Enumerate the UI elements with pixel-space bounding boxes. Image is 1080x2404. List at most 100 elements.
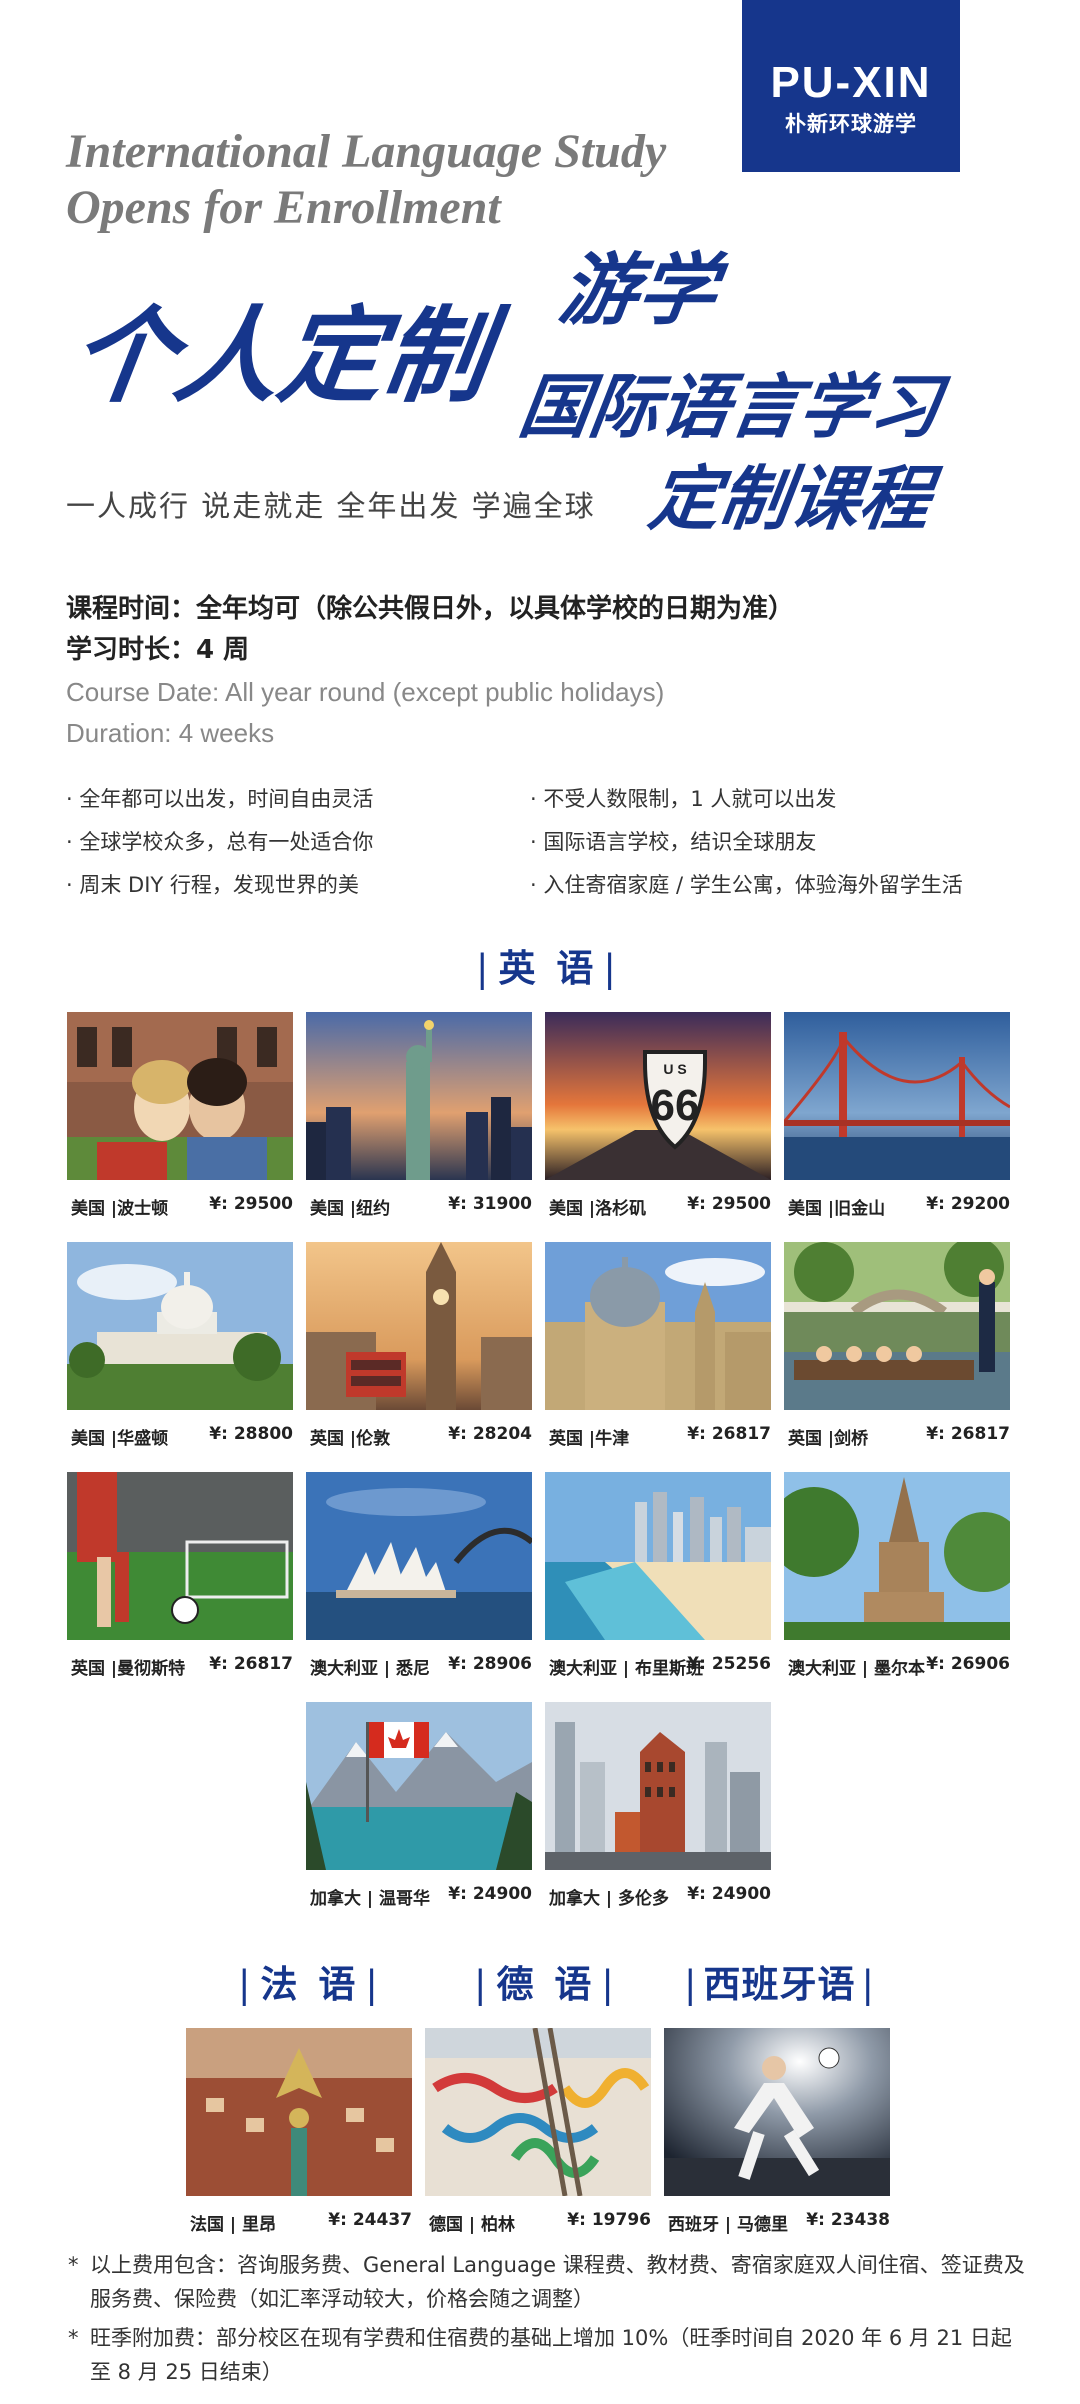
destination-name: 英国 |曼彻斯特 — [71, 1659, 186, 1679]
destination-name: 澳大利亚 | 悉尼 — [310, 1659, 431, 1679]
destination-card-washington[interactable]: 美国 |华盛顿 ¥: 28800 — [67, 1242, 293, 1449]
destination-card-san-francisco[interactable]: 美国 |旧金山 ¥: 29200 — [784, 1012, 1010, 1219]
destination-name: 澳大利亚 | 布里斯班 — [549, 1659, 704, 1679]
lyon-photo — [186, 2028, 412, 2196]
destination-card-vancouver[interactable]: 加拿大 | 温哥华 ¥: 24900 — [306, 1702, 532, 1909]
destination-price: ¥: 24900 — [448, 1884, 532, 1904]
destination-name: 澳大利亚 | 墨尔本 — [788, 1659, 926, 1679]
divider: | — [238, 1963, 255, 2006]
destination-name: 美国 |纽约 — [310, 1199, 391, 1219]
section-french-label: 法 语 — [260, 1963, 360, 2006]
slogan: 一人成行 说走就走 全年出发 学遍全球 — [66, 489, 596, 523]
destination-card-new-york[interactable]: 美国 |纽约 ¥: 31900 — [306, 1012, 532, 1219]
destination-name: 美国 |波士顿 — [71, 1199, 169, 1219]
london-photo — [306, 1242, 532, 1410]
course-date-cn: 课程时间：全年均可（除公共假日外，以具体学校的日期为准） — [66, 594, 795, 624]
destination-name: 英国 |牛津 — [549, 1429, 630, 1449]
destination-price: ¥: 29500 — [209, 1194, 293, 1214]
footnote-mark: * — [68, 2326, 79, 2350]
destination-card-sydney[interactable]: 澳大利亚 | 悉尼 ¥: 28906 — [306, 1472, 532, 1679]
destination-card-los-angeles[interactable]: U S 66 美国 |洛杉矶 ¥: 29500 — [545, 1012, 771, 1219]
destination-name: 美国 |旧金山 — [788, 1199, 886, 1219]
destination-card-cambridge[interactable]: 英国 |剑桥 ¥: 26817 — [784, 1242, 1010, 1449]
destination-name: 加拿大 | 多伦多 — [549, 1889, 670, 1909]
washington-photo — [67, 1242, 293, 1410]
destination-price: ¥: 28800 — [209, 1424, 293, 1444]
headline-cn-study-tour: 游学 — [553, 246, 723, 336]
headline-en-line1: International Language Study — [66, 125, 667, 178]
destination-card-oxford[interactable]: 英国 |牛津 ¥: 26817 — [545, 1242, 771, 1449]
feature-bullet: · 国际语言学校，结识全球朋友 — [530, 830, 817, 854]
destination-card-madrid[interactable]: 西班牙 | 马德里 ¥: 23438 — [664, 2028, 890, 2235]
course-date-en: Course Date: All year round (except publ… — [66, 677, 665, 707]
destination-card-melbourne[interactable]: 澳大利亚 | 墨尔本 ¥: 26906 — [784, 1472, 1010, 1679]
destination-price: ¥: 24900 — [687, 1884, 771, 1904]
destination-name: 加拿大 | 温哥华 — [310, 1889, 431, 1909]
feature-bullet: · 全年都可以出发，时间自由灵活 — [66, 787, 374, 811]
destination-name: 法国 | 里昂 — [190, 2215, 277, 2235]
destination-name: 英国 |剑桥 — [788, 1429, 869, 1449]
destination-name: 德国 | 柏林 — [429, 2215, 516, 2235]
destination-price: ¥: 28204 — [448, 1424, 532, 1444]
brisbane-photo — [545, 1472, 771, 1640]
manchester-photo — [67, 1472, 293, 1640]
cambridge-photo — [784, 1242, 1010, 1410]
feature-bullet: · 全球学校众多，总有一处适合你 — [66, 830, 374, 854]
new-york-photo — [306, 1012, 532, 1180]
destination-price: ¥: 26906 — [926, 1654, 1010, 1674]
section-spanish: | 西班牙语 | — [678, 1954, 881, 2008]
destination-price: ¥: 26817 — [926, 1424, 1010, 1444]
divider: | — [684, 1963, 698, 2006]
destination-price: ¥: 26817 — [209, 1654, 293, 1674]
destination-card-london[interactable]: 英国 |伦敦 ¥: 28204 — [306, 1242, 532, 1449]
los-angeles-photo: U S 66 — [545, 1012, 771, 1180]
footnote-line: 以上费用包含：咨询服务费、General Language 课程费、教材费、寄宿… — [90, 2253, 1025, 2277]
feature-bullet: · 周末 DIY 行程，发现世界的美 — [66, 873, 359, 897]
footnote-peak-season: * 旺季附加费：部分校区在现有学费和住宿费的基础上增加 10%（旺季时间自 20… — [68, 2321, 1012, 2389]
headline-en-line2: Opens for Enrollment — [66, 181, 501, 234]
brand-logo: PU-XIN 朴新环球游学 — [742, 0, 960, 172]
route-sign-number: 66 — [651, 1081, 700, 1130]
feature-bullet: · 入住寄宿家庭 / 学生公寓，体验海外留学生活 — [530, 873, 963, 897]
section-english: | 英 语 | — [470, 938, 626, 992]
destination-price: ¥: 31900 — [448, 1194, 532, 1214]
logo-wordmark: PU-XIN — [770, 58, 932, 107]
divider: | — [603, 947, 620, 990]
destination-card-lyon[interactable]: 法国 | 里昂 ¥: 24437 — [186, 2028, 412, 2235]
oxford-photo — [545, 1242, 771, 1410]
destination-card-berlin[interactable]: 德国 | 柏林 ¥: 19796 — [425, 2028, 651, 2235]
destination-price: ¥: 24437 — [328, 2210, 412, 2230]
divider: | — [861, 1963, 875, 2006]
madrid-photo — [664, 2028, 890, 2196]
duration-cn: 学习时长：4 周 — [66, 635, 250, 665]
destination-name: 美国 |洛杉矶 — [549, 1199, 647, 1219]
destination-price: ¥: 29500 — [687, 1194, 771, 1214]
section-german-label: 德 语 — [496, 1963, 596, 2006]
divider: | — [476, 947, 493, 990]
footnote-line: 至 8 月 25 日结束） — [90, 2360, 283, 2384]
feature-bullet: · 不受人数限制，1 人就可以出发 — [530, 787, 837, 811]
destination-price: ¥: 29200 — [926, 1194, 1010, 1214]
destination-name: 西班牙 | 马德里 — [668, 2215, 789, 2235]
destination-name: 英国 |伦敦 — [310, 1429, 391, 1449]
destination-card-toronto[interactable]: 加拿大 | 多伦多 ¥: 24900 — [545, 1702, 771, 1909]
destination-card-brisbane[interactable]: 澳大利亚 | 布里斯班 ¥: 25256 — [545, 1472, 771, 1679]
melbourne-photo — [784, 1472, 1010, 1640]
sydney-photo — [306, 1472, 532, 1640]
section-spanish-label: 西班牙语 — [703, 1963, 856, 2006]
section-french: | 法 语 | — [232, 1954, 388, 2008]
duration-en: Duration: 4 weeks — [66, 718, 275, 748]
section-german: | 德 语 | — [468, 1954, 624, 2008]
headline-cn-custom-course: 定制课程 — [644, 458, 936, 540]
divider: | — [474, 1963, 491, 2006]
destination-price: ¥: 25256 — [687, 1654, 771, 1674]
headline-cn-custom: 个人定制 — [63, 295, 497, 417]
destination-card-boston[interactable]: 美国 |波士顿 ¥: 29500 — [67, 1012, 293, 1219]
route-sign-top: U S — [663, 1061, 686, 1077]
footnote-line: 服务费、保险费（如汇率浮动较大，价格会随之调整） — [90, 2287, 594, 2311]
section-english-label: 英 语 — [498, 947, 598, 990]
logo-chinese-name: 朴新环球游学 — [785, 112, 917, 136]
divider: | — [365, 1963, 382, 2006]
destination-card-manchester[interactable]: 英国 |曼彻斯特 ¥: 26817 — [67, 1472, 293, 1679]
headline-cn-language-study: 国际语言学习 — [514, 366, 946, 448]
